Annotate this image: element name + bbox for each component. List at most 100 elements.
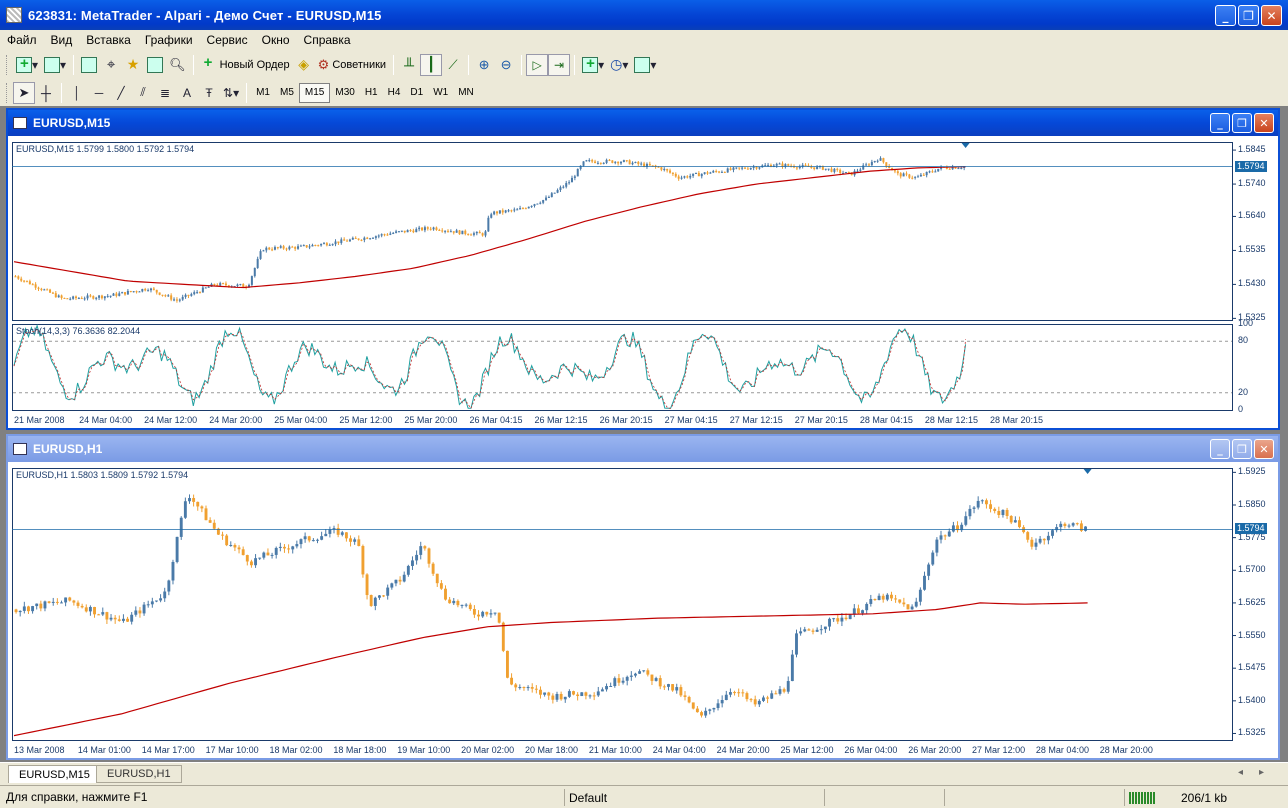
candle-body	[115, 293, 118, 296]
candle-body	[799, 631, 803, 634]
candle-body	[753, 699, 757, 705]
market-watch-button[interactable]	[78, 54, 100, 76]
menu-insert[interactable]: Вставка	[79, 33, 138, 47]
line-chart-button[interactable]: ⟋	[442, 54, 464, 76]
candle-body	[464, 604, 468, 606]
menu-help[interactable]: Справка	[297, 33, 358, 47]
candle-body	[357, 238, 360, 240]
tester-button[interactable]: 🔍︎	[166, 54, 189, 76]
templates-button[interactable]: ▾	[631, 54, 659, 76]
timeframe-m5[interactable]: M5	[275, 83, 299, 103]
text-label-tool[interactable]: Ŧ	[198, 82, 220, 104]
candle-body	[129, 290, 132, 292]
candle-body	[426, 227, 429, 229]
candle-body	[72, 600, 76, 603]
periods-button[interactable]: ◷ ▾	[607, 54, 631, 76]
chart-window-h1[interactable]: EURUSD,H1 _ ❐ ✕ 1.5925 1.5850 1.5775 1.5700…	[6, 434, 1280, 760]
candle-body	[723, 171, 726, 173]
new-order-button[interactable]: Новый Ордер	[198, 54, 293, 76]
arrows-tool[interactable]: ⇅ ▾	[220, 82, 242, 104]
status-connection[interactable]: 206/1 kb	[1124, 789, 1284, 806]
candle-body	[935, 539, 939, 553]
timeframe-m1[interactable]: M1	[251, 83, 275, 103]
candle-body	[478, 231, 481, 234]
menu-file[interactable]: Файл	[0, 33, 44, 47]
timeframe-d1[interactable]: D1	[405, 83, 428, 103]
timeframe-m15[interactable]: M15	[298, 82, 331, 103]
profiles-button[interactable]: ▾	[41, 54, 69, 76]
toolbar-grip[interactable]	[6, 82, 9, 103]
auto-scroll-button[interactable]: ▷	[526, 53, 549, 76]
cursor-tool[interactable]: ➤	[13, 81, 35, 104]
candle-body	[795, 633, 798, 655]
zoom-in-button[interactable]: ⊕	[473, 54, 495, 76]
chart-close-button[interactable]: ✕	[1254, 113, 1274, 133]
tab-eurusd-h1[interactable]: EURUSD,H1	[96, 765, 182, 783]
candle-body	[239, 284, 242, 286]
app-title-bar[interactable]: 623831: MetaTrader - Alpari - Демо Счет …	[0, 0, 1288, 30]
chart-shift-button[interactable]: ⇥	[548, 53, 571, 76]
candle-body	[741, 167, 744, 169]
menu-window[interactable]: Окно	[255, 33, 297, 47]
chart-minimize-button[interactable]: _	[1210, 113, 1230, 133]
candle-body	[92, 296, 95, 299]
candle-body	[236, 284, 239, 287]
candle-chart-button[interactable]: ┃	[420, 53, 443, 76]
timeframe-h4[interactable]: H4	[383, 83, 406, 103]
vertical-line-tool[interactable]: │	[66, 82, 88, 104]
menu-view[interactable]: Вид	[44, 33, 80, 47]
experts-button[interactable]: ⚙ Советники	[315, 54, 389, 76]
chart-area-h1[interactable]: 1.5925 1.5850 1.5775 1.5700 1.5625 1.5550 1.54…	[10, 464, 1276, 758]
candle-body	[663, 168, 666, 170]
text-tool[interactable]: A	[176, 82, 198, 104]
chart-maximize-button[interactable]: ❐	[1232, 113, 1252, 133]
metaeditor-button[interactable]: ◈	[293, 54, 315, 76]
chart-area-m15[interactable]: 1.5845 1.5740 1.5640 1.5535 1.5430 1.5325 1.57…	[10, 138, 1276, 428]
menu-charts[interactable]: Графики	[138, 33, 200, 47]
zoom-out-button[interactable]: ⊖	[495, 54, 517, 76]
candle-body	[1013, 520, 1017, 523]
toolbar-grip[interactable]	[6, 54, 9, 75]
new-chart-button[interactable]: ▾	[13, 54, 41, 76]
chart-window-m15[interactable]: EURUSD,M15 _ ❐ ✕ 1.5845 1.5740 1.5640 1.553…	[6, 108, 1280, 430]
candle-body	[340, 239, 343, 244]
candle-body	[328, 529, 332, 534]
candle-body	[360, 239, 363, 241]
tab-eurusd-m15[interactable]: EURUSD,M15	[8, 765, 101, 783]
fibonacci-tool[interactable]: ≣	[154, 82, 176, 104]
minimize-button[interactable]: _	[1215, 5, 1236, 26]
chart-maximize-button[interactable]: ❐	[1232, 439, 1252, 459]
navigator-button[interactable]: ⌖	[100, 54, 122, 76]
menu-tools[interactable]: Сервис	[200, 33, 255, 47]
text-tool-label: A	[182, 85, 191, 100]
crosshair-tool[interactable]: ┼	[35, 82, 57, 104]
chart-close-button[interactable]: ✕	[1254, 439, 1274, 459]
indicators-button[interactable]: ▾	[579, 54, 607, 76]
favorites-button[interactable]: ★	[122, 54, 144, 76]
x-axis-label: 14 Mar 01:00	[77, 745, 131, 755]
trendline-tool[interactable]: ╱	[110, 82, 132, 104]
bar-chart-button[interactable]: ╨	[398, 54, 420, 76]
crosshair-icon: ┼	[41, 84, 51, 101]
equidistant-channel-tool[interactable]: ⫽	[132, 82, 154, 104]
horizontal-line-tool[interactable]: ─	[88, 82, 110, 104]
tab-scroll-arrows[interactable]: ◂▸	[1238, 767, 1280, 778]
chart-window-title-bar[interactable]: EURUSD,H1 _ ❐ ✕	[8, 436, 1278, 462]
timeframe-m30[interactable]: M30	[330, 83, 359, 103]
chart-minimize-button[interactable]: _	[1210, 439, 1230, 459]
timeframe-w1[interactable]: W1	[428, 83, 453, 103]
close-button[interactable]: ✕	[1261, 5, 1282, 26]
timeframe-mn[interactable]: MN	[453, 83, 479, 103]
candle-body	[121, 292, 124, 294]
candle-body	[320, 536, 324, 540]
terminal-button[interactable]	[144, 54, 166, 76]
candle-body	[22, 606, 26, 611]
chart-window-title-bar[interactable]: EURUSD,M15 _ ❐ ✕	[8, 110, 1278, 136]
x-axis-label: 25 Mar 12:00	[339, 415, 393, 425]
diamond-icon: ◈	[298, 56, 310, 72]
maximize-button[interactable]: ❐	[1238, 5, 1259, 26]
candle-body	[439, 583, 443, 589]
candle-body	[786, 681, 790, 692]
candle-body	[449, 231, 452, 233]
timeframe-h1[interactable]: H1	[360, 83, 383, 103]
